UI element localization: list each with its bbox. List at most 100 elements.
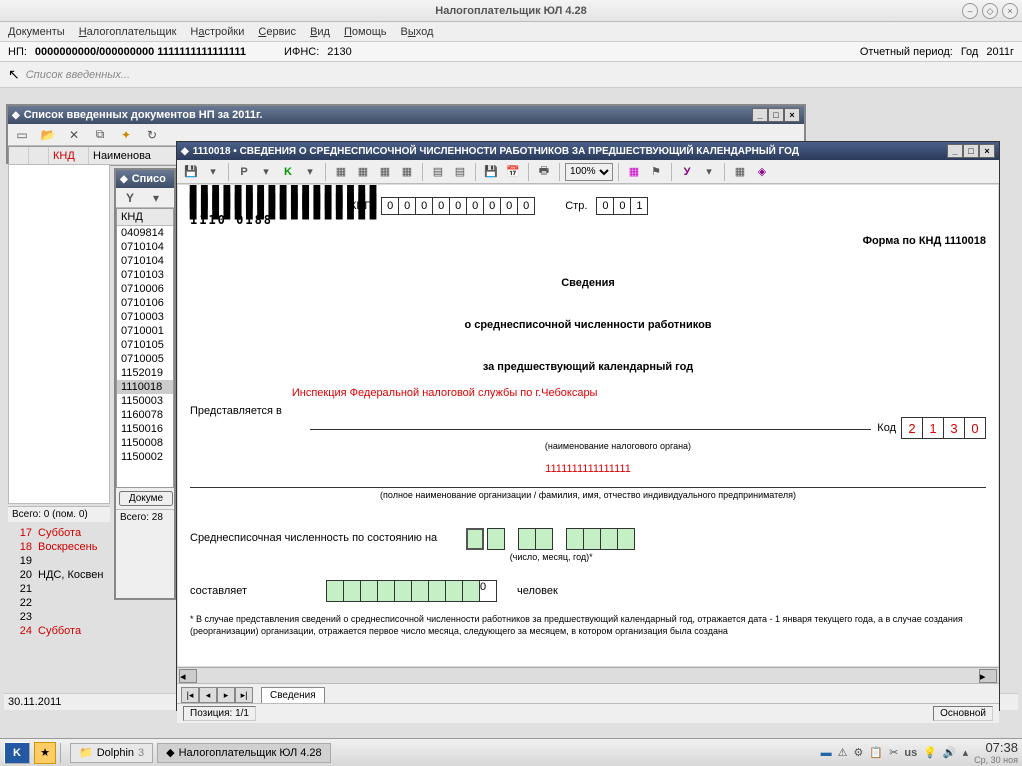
tb-refresh-icon[interactable]: ↻ [142, 126, 162, 144]
tray-display-icon[interactable]: ▬ [821, 747, 832, 759]
menu-service[interactable]: Сервис [258, 26, 296, 38]
tb-cfg-icon[interactable]: ▦ [730, 163, 750, 181]
tb-tool5-icon[interactable]: ▤ [428, 163, 448, 181]
knd-item[interactable]: 0710106 [117, 296, 173, 310]
nav-prev-icon[interactable]: ◂ [199, 687, 217, 703]
tb-tool3-icon[interactable]: ▦ [375, 163, 395, 181]
menu-view[interactable]: Вид [310, 26, 330, 38]
scroll-right-icon[interactable]: ▸ [979, 669, 997, 683]
tb-tool2-icon[interactable]: ▦ [353, 163, 373, 181]
save-icon[interactable]: 💾 [181, 163, 201, 181]
tb-k[interactable]: K [278, 163, 298, 181]
win1-minimize[interactable]: _ [752, 108, 768, 122]
knd-item[interactable]: 0710005 [117, 352, 173, 366]
tb-grid-icon[interactable]: ▦ [624, 163, 644, 181]
date-month[interactable] [519, 528, 553, 550]
tb-tool1-icon[interactable]: ▦ [331, 163, 351, 181]
clock-time[interactable]: 07:38 [974, 740, 1018, 755]
count-cells[interactable]: 0 [327, 580, 497, 602]
form-maximize[interactable]: □ [963, 144, 979, 158]
maximize-button[interactable]: ◇ [982, 3, 998, 19]
tray-expand-icon[interactable]: ▴ [963, 746, 969, 759]
tb-kd[interactable]: ▾ [300, 163, 320, 181]
task-dolphin[interactable]: 📁 Dolphin 3 [70, 743, 153, 763]
h-scrollbar[interactable]: ◂ ▸ [177, 667, 999, 683]
date-day[interactable] [467, 528, 505, 550]
tab-info[interactable]: Сведения [261, 687, 325, 703]
tb-sparkle-icon[interactable]: ◈ [752, 163, 772, 181]
menu-np[interactable]: Налогоплательщик [79, 26, 177, 38]
knd-item[interactable]: 0710104 [117, 254, 173, 268]
nav-last-icon[interactable]: ▸| [235, 687, 253, 703]
tb-delete-icon[interactable]: ✕ [64, 126, 84, 144]
scroll-left-icon[interactable]: ◂ [179, 669, 197, 683]
minimize-button[interactable]: – [962, 3, 978, 19]
tray-vol-icon[interactable]: 🔊 [943, 746, 957, 759]
document-button[interactable]: Докуме [119, 491, 173, 506]
tray-scissors-icon[interactable]: ✂ [889, 746, 898, 759]
star-icon[interactable]: ★ [34, 742, 56, 764]
code-cells[interactable]: 2130 [902, 417, 986, 439]
list-entered[interactable]: Список введенных... [26, 69, 130, 81]
period-year[interactable]: 2011г [986, 46, 1014, 58]
nav-first-icon[interactable]: |◂ [181, 687, 199, 703]
tb-y[interactable]: У [677, 163, 697, 181]
knd-item[interactable]: 1160078 [117, 408, 173, 422]
org-name[interactable]: 1111111111111111 [190, 463, 986, 475]
form-close[interactable]: × [979, 144, 995, 158]
tb-new-icon[interactable]: ▭ [12, 126, 32, 144]
tb-pd[interactable]: ▾ [256, 163, 276, 181]
tray-lang[interactable]: us [904, 747, 917, 759]
tray-gear-icon[interactable]: ⚙ [854, 746, 864, 759]
period-type[interactable]: Год [961, 46, 979, 58]
knd-item[interactable]: 0710003 [117, 310, 173, 324]
knd-item[interactable]: 1150008 [117, 436, 173, 450]
col-check[interactable] [9, 147, 29, 165]
tb-p[interactable]: P [234, 163, 254, 181]
zoom-select[interactable]: 100% [565, 163, 613, 181]
tb-wizard-icon[interactable]: ✦ [116, 126, 136, 144]
col-check2[interactable] [29, 147, 49, 165]
form-minimize[interactable]: _ [947, 144, 963, 158]
knd-item[interactable]: 0710103 [117, 268, 173, 282]
tb-open-icon[interactable]: 📂 [38, 126, 58, 144]
tray-alert-icon[interactable]: ⚠ [838, 746, 848, 759]
close-button[interactable]: × [1002, 3, 1018, 19]
menu-exit[interactable]: Выход [400, 26, 433, 38]
knd-header[interactable]: КНД [117, 209, 173, 226]
tb-copy-icon[interactable]: ⧉ [90, 126, 110, 144]
tray-bulb-icon[interactable]: 💡 [923, 746, 937, 759]
knd-item[interactable]: 1150002 [117, 450, 173, 464]
win1-maximize[interactable]: □ [768, 108, 784, 122]
knd-item[interactable]: 0710105 [117, 338, 173, 352]
nav-next-icon[interactable]: ▸ [217, 687, 235, 703]
tb-flag-icon[interactable]: ⚑ [646, 163, 666, 181]
kmenu-button[interactable]: K [4, 742, 30, 764]
tb-print-icon[interactable]: 🖶 [534, 163, 554, 181]
task-app[interactable]: ◆ Налогоплательщик ЮЛ 4.28 [157, 743, 331, 763]
knd-item[interactable]: 1110018 [117, 380, 173, 394]
filter-drop-icon[interactable]: ▾ [146, 189, 166, 207]
date-year[interactable] [567, 528, 635, 550]
filter-icon[interactable]: Y [120, 189, 140, 207]
col-knd[interactable]: КНД [49, 147, 89, 165]
knd-item[interactable]: 0710104 [117, 240, 173, 254]
knd-item[interactable]: 1152019 [117, 366, 173, 380]
tb-yd[interactable]: ▾ [699, 163, 719, 181]
knd-item[interactable]: 0409814 [117, 226, 173, 240]
tb-tool4-icon[interactable]: ▦ [397, 163, 417, 181]
menu-settings[interactable]: Настройки [190, 26, 244, 38]
tb-save2-icon[interactable]: 💾 [481, 163, 501, 181]
inspection-name[interactable]: Инспекция Федеральной налоговой службы п… [292, 387, 986, 417]
tb-tool6-icon[interactable]: ▤ [450, 163, 470, 181]
tray-clip-icon[interactable]: 📋 [869, 746, 883, 759]
kpp-cells[interactable]: 000000000 [382, 197, 535, 215]
knd-item[interactable]: 0710006 [117, 282, 173, 296]
knd-item[interactable]: 0710001 [117, 324, 173, 338]
menu-documents[interactable]: Документы [8, 26, 65, 38]
tb-dropdown[interactable]: ▾ [203, 163, 223, 181]
knd-item[interactable]: 1150016 [117, 422, 173, 436]
win1-close[interactable]: × [784, 108, 800, 122]
knd-item[interactable]: 1150003 [117, 394, 173, 408]
menu-help[interactable]: Помощь [344, 26, 387, 38]
